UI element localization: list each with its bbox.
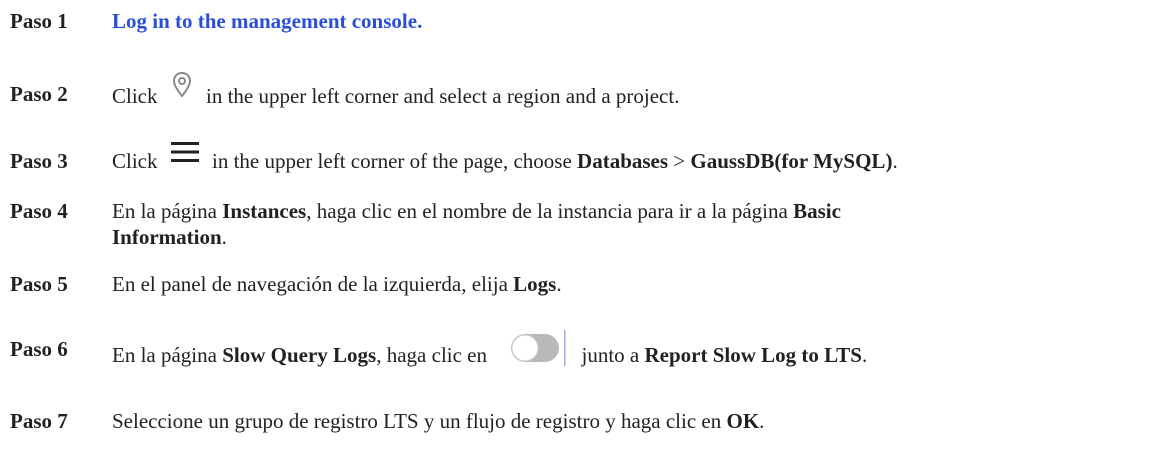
step-text: Click bbox=[112, 149, 158, 173]
step-body: Log in to the management console. bbox=[112, 8, 422, 34]
step-label: Paso 7 bbox=[10, 409, 68, 433]
step-text: , haga clic en bbox=[376, 342, 488, 367]
step-body: En el panel de navegación de la izquierd… bbox=[112, 271, 562, 297]
step-4: Paso 4 En la página Instances, haga clic… bbox=[10, 198, 902, 250]
step-3: Paso 3 Click in the upper left corner of… bbox=[10, 142, 898, 177]
step-body: En la página Slow Query Logs, haga clic … bbox=[112, 330, 868, 378]
step-text: , haga clic en el nombre de la instancia… bbox=[306, 199, 788, 223]
step-label: Paso 5 bbox=[10, 272, 68, 296]
step-text: in the upper left corner and select a re… bbox=[206, 83, 680, 108]
ui-term: Instances bbox=[222, 199, 307, 223]
hamburger-menu-icon bbox=[170, 142, 199, 177]
step-body: Click in the upper left corner and selec… bbox=[112, 71, 680, 115]
period: . bbox=[759, 409, 765, 433]
period: . bbox=[892, 149, 898, 173]
ui-term: Databases bbox=[577, 149, 669, 173]
step-text: En el panel de navegación de la izquierd… bbox=[112, 272, 508, 296]
ui-term: OK bbox=[726, 409, 760, 433]
step-7: Paso 7 Seleccione un grupo de registro L… bbox=[10, 408, 764, 434]
step-text: in the upper left corner of the page, ch… bbox=[212, 149, 572, 173]
step-text: En la página bbox=[112, 342, 217, 367]
step-label: Paso 1 bbox=[10, 9, 68, 33]
step-text: En la página bbox=[112, 199, 217, 223]
management-console-link[interactable]: Log in to the management console. bbox=[112, 9, 422, 33]
step-5: Paso 5 En el panel de navegación de la i… bbox=[10, 271, 562, 297]
period: . bbox=[221, 225, 227, 249]
ui-term: GaussDB(for MySQL) bbox=[690, 149, 893, 173]
step-label: Paso 3 bbox=[10, 149, 68, 173]
ui-term: Report Slow Log to LTS bbox=[644, 342, 862, 367]
period: . bbox=[556, 272, 562, 296]
step-1: Paso 1 Log in to the management console. bbox=[10, 8, 422, 34]
step-body: En la página Instances, haga clic en el … bbox=[112, 198, 902, 250]
path-separator: > bbox=[673, 149, 686, 173]
ui-term: Slow Query Logs bbox=[222, 342, 377, 367]
step-label: Paso 4 bbox=[10, 199, 68, 223]
period: . bbox=[861, 342, 868, 367]
step-text: junto a bbox=[581, 342, 640, 367]
step-text: Click bbox=[112, 83, 158, 108]
step-2: Paso 2 Click in the upper left corner an… bbox=[10, 71, 680, 115]
step-body: Click in the upper left corner of the pa… bbox=[112, 142, 898, 177]
location-pin-icon bbox=[171, 71, 193, 115]
step-6: Paso 6 En la página Slow Query Logs, hag… bbox=[10, 330, 868, 378]
step-body: Seleccione un grupo de registro LTS y un… bbox=[112, 408, 764, 434]
procedure-steps: Paso 1 Log in to the management console.… bbox=[0, 0, 1151, 467]
step-label: Paso 2 bbox=[10, 82, 68, 106]
toggle-switch-icon bbox=[492, 330, 576, 378]
step-label: Paso 6 bbox=[10, 337, 68, 361]
ui-term: Logs bbox=[513, 272, 557, 296]
step-text: Seleccione un grupo de registro LTS y un… bbox=[112, 409, 722, 433]
